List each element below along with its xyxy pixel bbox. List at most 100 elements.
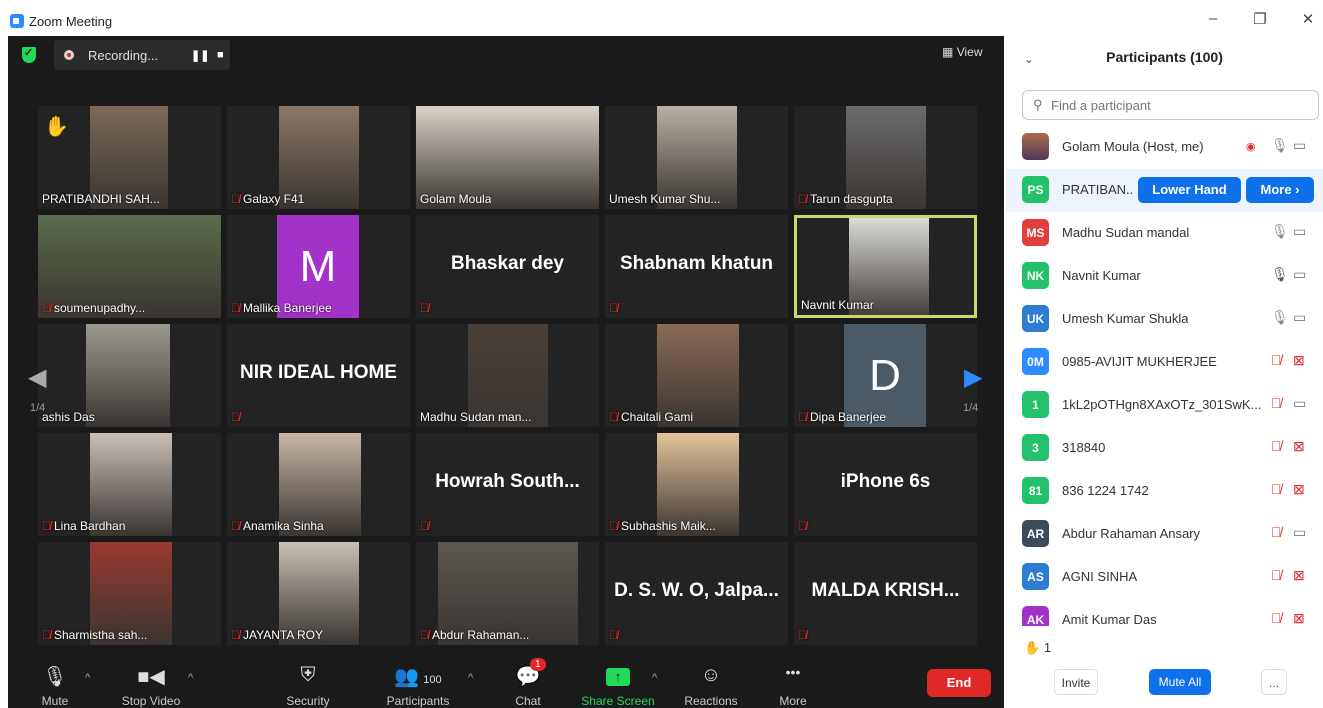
muted-mic-icon[interactable]: 🎙̸ [1271,438,1282,454]
video-tile[interactable]: D 🎙̸ Dipa Banerjee [794,324,977,427]
restore-button[interactable]: ❐ [1250,10,1270,28]
panel-more-button[interactable]: ... [1261,669,1287,695]
video-tile[interactable]: 🎙̸ Tarun dasgupta [794,106,977,209]
tile-name-text: JAYANTA ROY [243,628,324,642]
video-tile[interactable]: MALDA KRISH... 🎙̸ [794,542,977,645]
chat-button[interactable]: 💬 1 Chat [508,658,548,708]
video-off-icon[interactable]: ⊠ [1293,352,1305,369]
tile-name-text: Mallika Banerjee [243,301,332,315]
security-button[interactable]: ⛨ Security [278,664,338,708]
video-tile[interactable]: Shabnam khatun 🎙̸ [605,215,788,318]
participant-row[interactable]: NK Navnit Kumar 🎙 ▭ [1006,255,1323,298]
stop-recording-button[interactable]: ■ [217,49,224,61]
participant-more-button[interactable]: More › [1246,177,1314,203]
video-tile[interactable]: Umesh Kumar Shu... [605,106,788,209]
security-shield-icon: ⛨ [300,664,316,686]
tile-name-text: ashis Das [42,410,95,424]
mute-button[interactable]: 🎙 Mute [38,664,72,708]
video-tile[interactable]: 🎙̸ Subhashis Maik... [605,433,788,536]
participant-row[interactable]: 3 318840 🎙̸ ⊠ [1006,427,1323,470]
minimize-button[interactable]: – [1203,10,1223,27]
participants-panel-header: ⌄ Participants (100) [1006,36,1323,80]
muted-mic-icon[interactable]: 🎙̸ [1271,352,1282,368]
audio-options-caret-icon[interactable]: ^ [85,672,90,684]
video-camera-icon[interactable]: ▭ [1293,524,1306,541]
search-icon: ⚲ [1033,97,1043,112]
participant-row[interactable]: 0M 0985-AVIJIT MUKHERJEE 🎙̸ ⊠ [1006,341,1323,384]
mute-all-button[interactable]: Mute All [1149,669,1211,695]
microphone-icon[interactable]: 🎙 [1271,223,1289,240]
muted-mic-icon: 🎙̸ [609,410,618,424]
muted-mic-icon[interactable]: 🎙̸ [1271,395,1282,411]
video-camera-icon[interactable]: ▭ [1293,266,1306,283]
lower-hand-button[interactable]: Lower Hand [1138,177,1241,203]
video-tile[interactable]: ✋ PRATIBANDHI SAH... [38,106,221,209]
video-camera-icon[interactable]: ▭ [1293,137,1306,154]
next-page-arrow-icon[interactable]: ▶ [964,363,982,392]
end-meeting-button[interactable]: End [927,669,991,697]
video-tile[interactable]: Navnit Kumar [794,215,977,318]
video-tile[interactable]: 🎙̸ Sharmistha sah... [38,542,221,645]
muted-mic-icon[interactable]: 🎙̸ [1271,610,1282,626]
record-icon [64,50,74,60]
video-tile[interactable]: 🎙̸ Anamika Sinha [227,433,410,536]
video-tile[interactable]: Bhaskar dey 🎙̸ [416,215,599,318]
participants-panel-title: Participants (100) [1106,49,1223,65]
video-tile[interactable]: Madhu Sudan man... [416,324,599,427]
video-tile[interactable]: ashis Das [38,324,221,427]
participant-row[interactable]: 1 1kL2pOTHgn8XAxOTz_301SwK... 🎙̸ ▭ [1006,384,1323,427]
encryption-shield-icon[interactable] [22,46,36,63]
video-camera-icon[interactable]: ▭ [1293,395,1306,412]
raised-hand-icon: ✋ [1024,640,1041,655]
video-off-icon[interactable]: ⊠ [1293,567,1305,584]
video-tile[interactable]: 🎙̸ Abdur Rahaman... [416,542,599,645]
video-tile[interactable]: 🎙̸ Chaitali Gami [605,324,788,427]
video-tile[interactable]: M 🎙̸ Mallika Banerjee [227,215,410,318]
participant-row[interactable]: AS AGNI SINHA 🎙̸ ⊠ [1006,556,1323,599]
microphone-icon[interactable]: 🎙 [1271,137,1289,154]
participant-row[interactable]: Golam Moula (Host, me) ◉ 🎙 ▭ [1006,126,1323,169]
participant-row[interactable]: 81 836 1224 1742 🎙̸ ⊠ [1006,470,1323,513]
participant-row[interactable]: PS PRATIBAN... Lower Hand More › [1006,169,1323,212]
microphone-icon[interactable]: 🎙 [1271,266,1289,283]
video-tile[interactable]: 🎙̸ Galaxy F41 [227,106,410,209]
video-tile[interactable]: Howrah South... 🎙̸ [416,433,599,536]
microphone-icon[interactable]: 🎙 [1271,309,1289,326]
tile-name-label: 🎙̸ Chaitali Gami [609,410,693,424]
video-tile[interactable]: D. S. W. O, Jalpa... 🎙̸ [605,542,788,645]
pause-recording-button[interactable]: ❚❚ [191,49,209,62]
video-options-caret-icon[interactable]: ^ [188,672,193,684]
video-off-icon[interactable]: ⊠ [1293,481,1305,498]
prev-page-arrow-icon[interactable]: ◀ [28,363,46,392]
video-camera-icon[interactable]: ▭ [1293,223,1306,240]
stop-video-button[interactable]: ■◀ Stop Video [116,664,186,708]
reactions-button[interactable]: ☺ Reactions [680,664,742,708]
participant-search-input[interactable] [1051,96,1301,114]
participant-row[interactable]: AR Abdur Rahaman Ansary 🎙̸ ▭ [1006,513,1323,556]
muted-mic-icon[interactable]: 🎙̸ [1271,524,1282,540]
tile-name-text: Abdur Rahaman... [432,628,530,642]
video-tile[interactable]: 🎙̸ soumenupadhy... [38,215,221,318]
more-button[interactable]: ••• More [773,664,813,708]
share-options-caret-icon[interactable]: ^ [652,672,657,684]
participant-row[interactable]: MS Madhu Sudan mandal 🎙 ▭ [1006,212,1323,255]
share-screen-button[interactable]: ↑ Share Screen [578,664,658,708]
video-tile[interactable]: iPhone 6s 🎙̸ [794,433,977,536]
video-tile[interactable]: 🎙̸ JAYANTA ROY [227,542,410,645]
video-tile[interactable]: 🎙̸ Lina Bardhan [38,433,221,536]
muted-mic-icon[interactable]: 🎙̸ [1271,567,1282,583]
tile-name-label: 🎙̸ Tarun dasgupta [798,192,893,206]
muted-mic-icon[interactable]: 🎙̸ [1271,481,1282,497]
view-button[interactable]: ▦ View [942,45,982,59]
video-tile[interactable]: NIR IDEAL HOME 🎙̸ [227,324,410,427]
participants-options-caret-icon[interactable]: ^ [468,672,473,684]
participant-row[interactable]: UK Umesh Kumar Shukla 🎙 ▭ [1006,298,1323,341]
video-off-icon[interactable]: ⊠ [1293,610,1305,626]
participant-row[interactable]: AK Amit Kumar Das 🎙̸ ⊠ [1006,599,1323,626]
participants-button[interactable]: 👥 100 Participants [378,664,458,708]
video-off-icon[interactable]: ⊠ [1293,438,1305,455]
invite-button[interactable]: Invite [1054,669,1098,695]
video-tile[interactable]: Golam Moula [416,106,599,209]
close-button[interactable]: ✕ [1298,10,1318,28]
video-camera-icon[interactable]: ▭ [1293,309,1306,326]
